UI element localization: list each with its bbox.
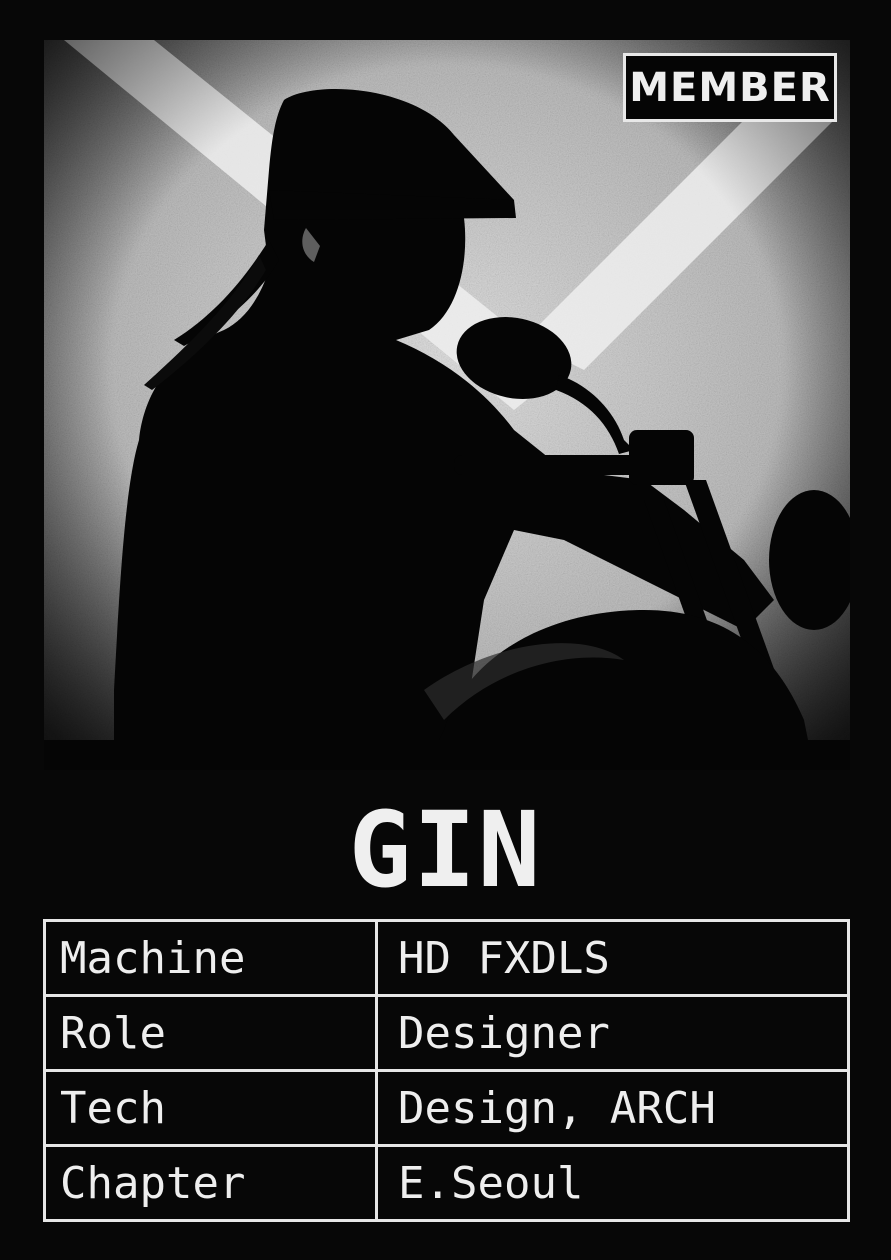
member-specs-table: Machine HD FXDLS Role Designer Tech Desi… (43, 919, 850, 1222)
member-badge: MEMBER (623, 53, 837, 122)
table-row: Role Designer (43, 994, 850, 1072)
member-name: GIN (348, 789, 543, 911)
spec-key-role: Role (43, 994, 378, 1072)
table-row: Machine HD FXDLS (43, 919, 850, 997)
rider-photo (44, 40, 850, 770)
spec-key-machine: Machine (43, 919, 378, 997)
member-card: MEMBER GIN Machine HD FXDLS Role Designe… (0, 0, 891, 1260)
table-row: Chapter E.Seoul (43, 1144, 850, 1222)
spec-value-tech: Design, ARCH (375, 1069, 850, 1147)
table-row: Tech Design, ARCH (43, 1069, 850, 1147)
spec-key-chapter: Chapter (43, 1144, 378, 1222)
spec-value-role: Designer (375, 994, 850, 1072)
spec-value-machine: HD FXDLS (375, 919, 850, 997)
spec-value-chapter: E.Seoul (375, 1144, 850, 1222)
spec-key-tech: Tech (43, 1069, 378, 1147)
